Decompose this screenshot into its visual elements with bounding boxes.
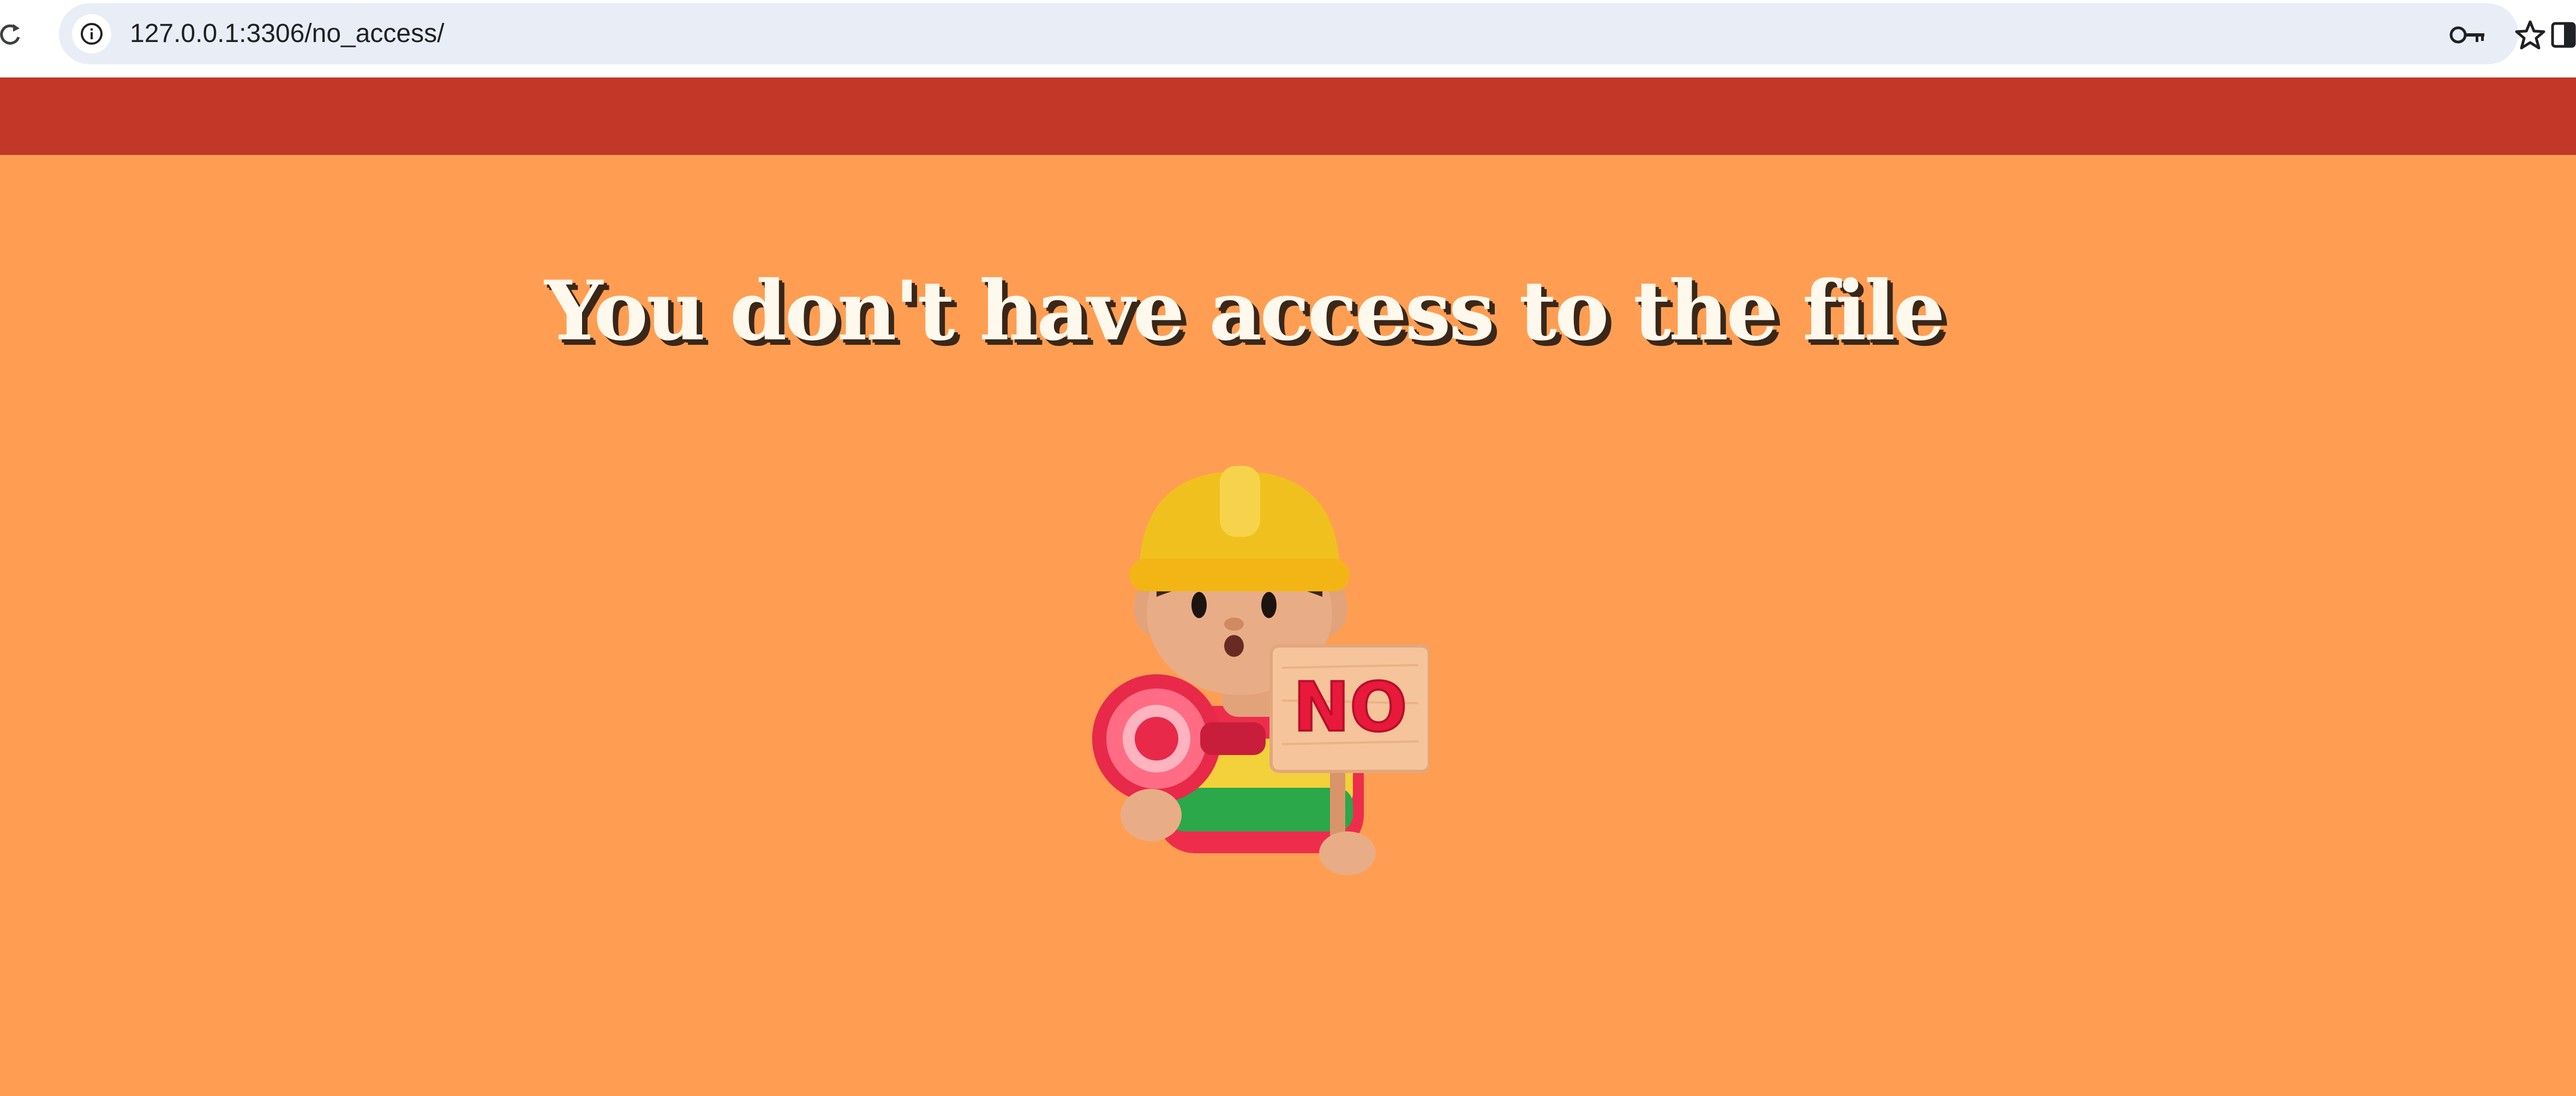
page-content: You don't have access to the file NO <box>0 155 2576 1096</box>
browser-toolbar: 127.0.0.1:3306/no_access/ <box>0 0 2576 77</box>
address-bar[interactable]: 127.0.0.1:3306/no_access/ <box>59 3 2545 64</box>
construction-worker-illustration: NO <box>1091 450 1431 875</box>
header-banner <box>0 77 2576 155</box>
url-text[interactable]: 127.0.0.1:3306/no_access/ <box>130 19 444 49</box>
bookmark-star-icon[interactable] <box>2514 19 2547 51</box>
password-key-icon[interactable] <box>2448 20 2488 50</box>
info-icon[interactable] <box>72 14 111 53</box>
page-title: You don't have access to the file <box>544 263 1945 359</box>
sign-text: NO <box>1293 668 1407 747</box>
side-panel-icon[interactable] <box>2551 22 2576 48</box>
reload-icon[interactable] <box>0 16 22 49</box>
